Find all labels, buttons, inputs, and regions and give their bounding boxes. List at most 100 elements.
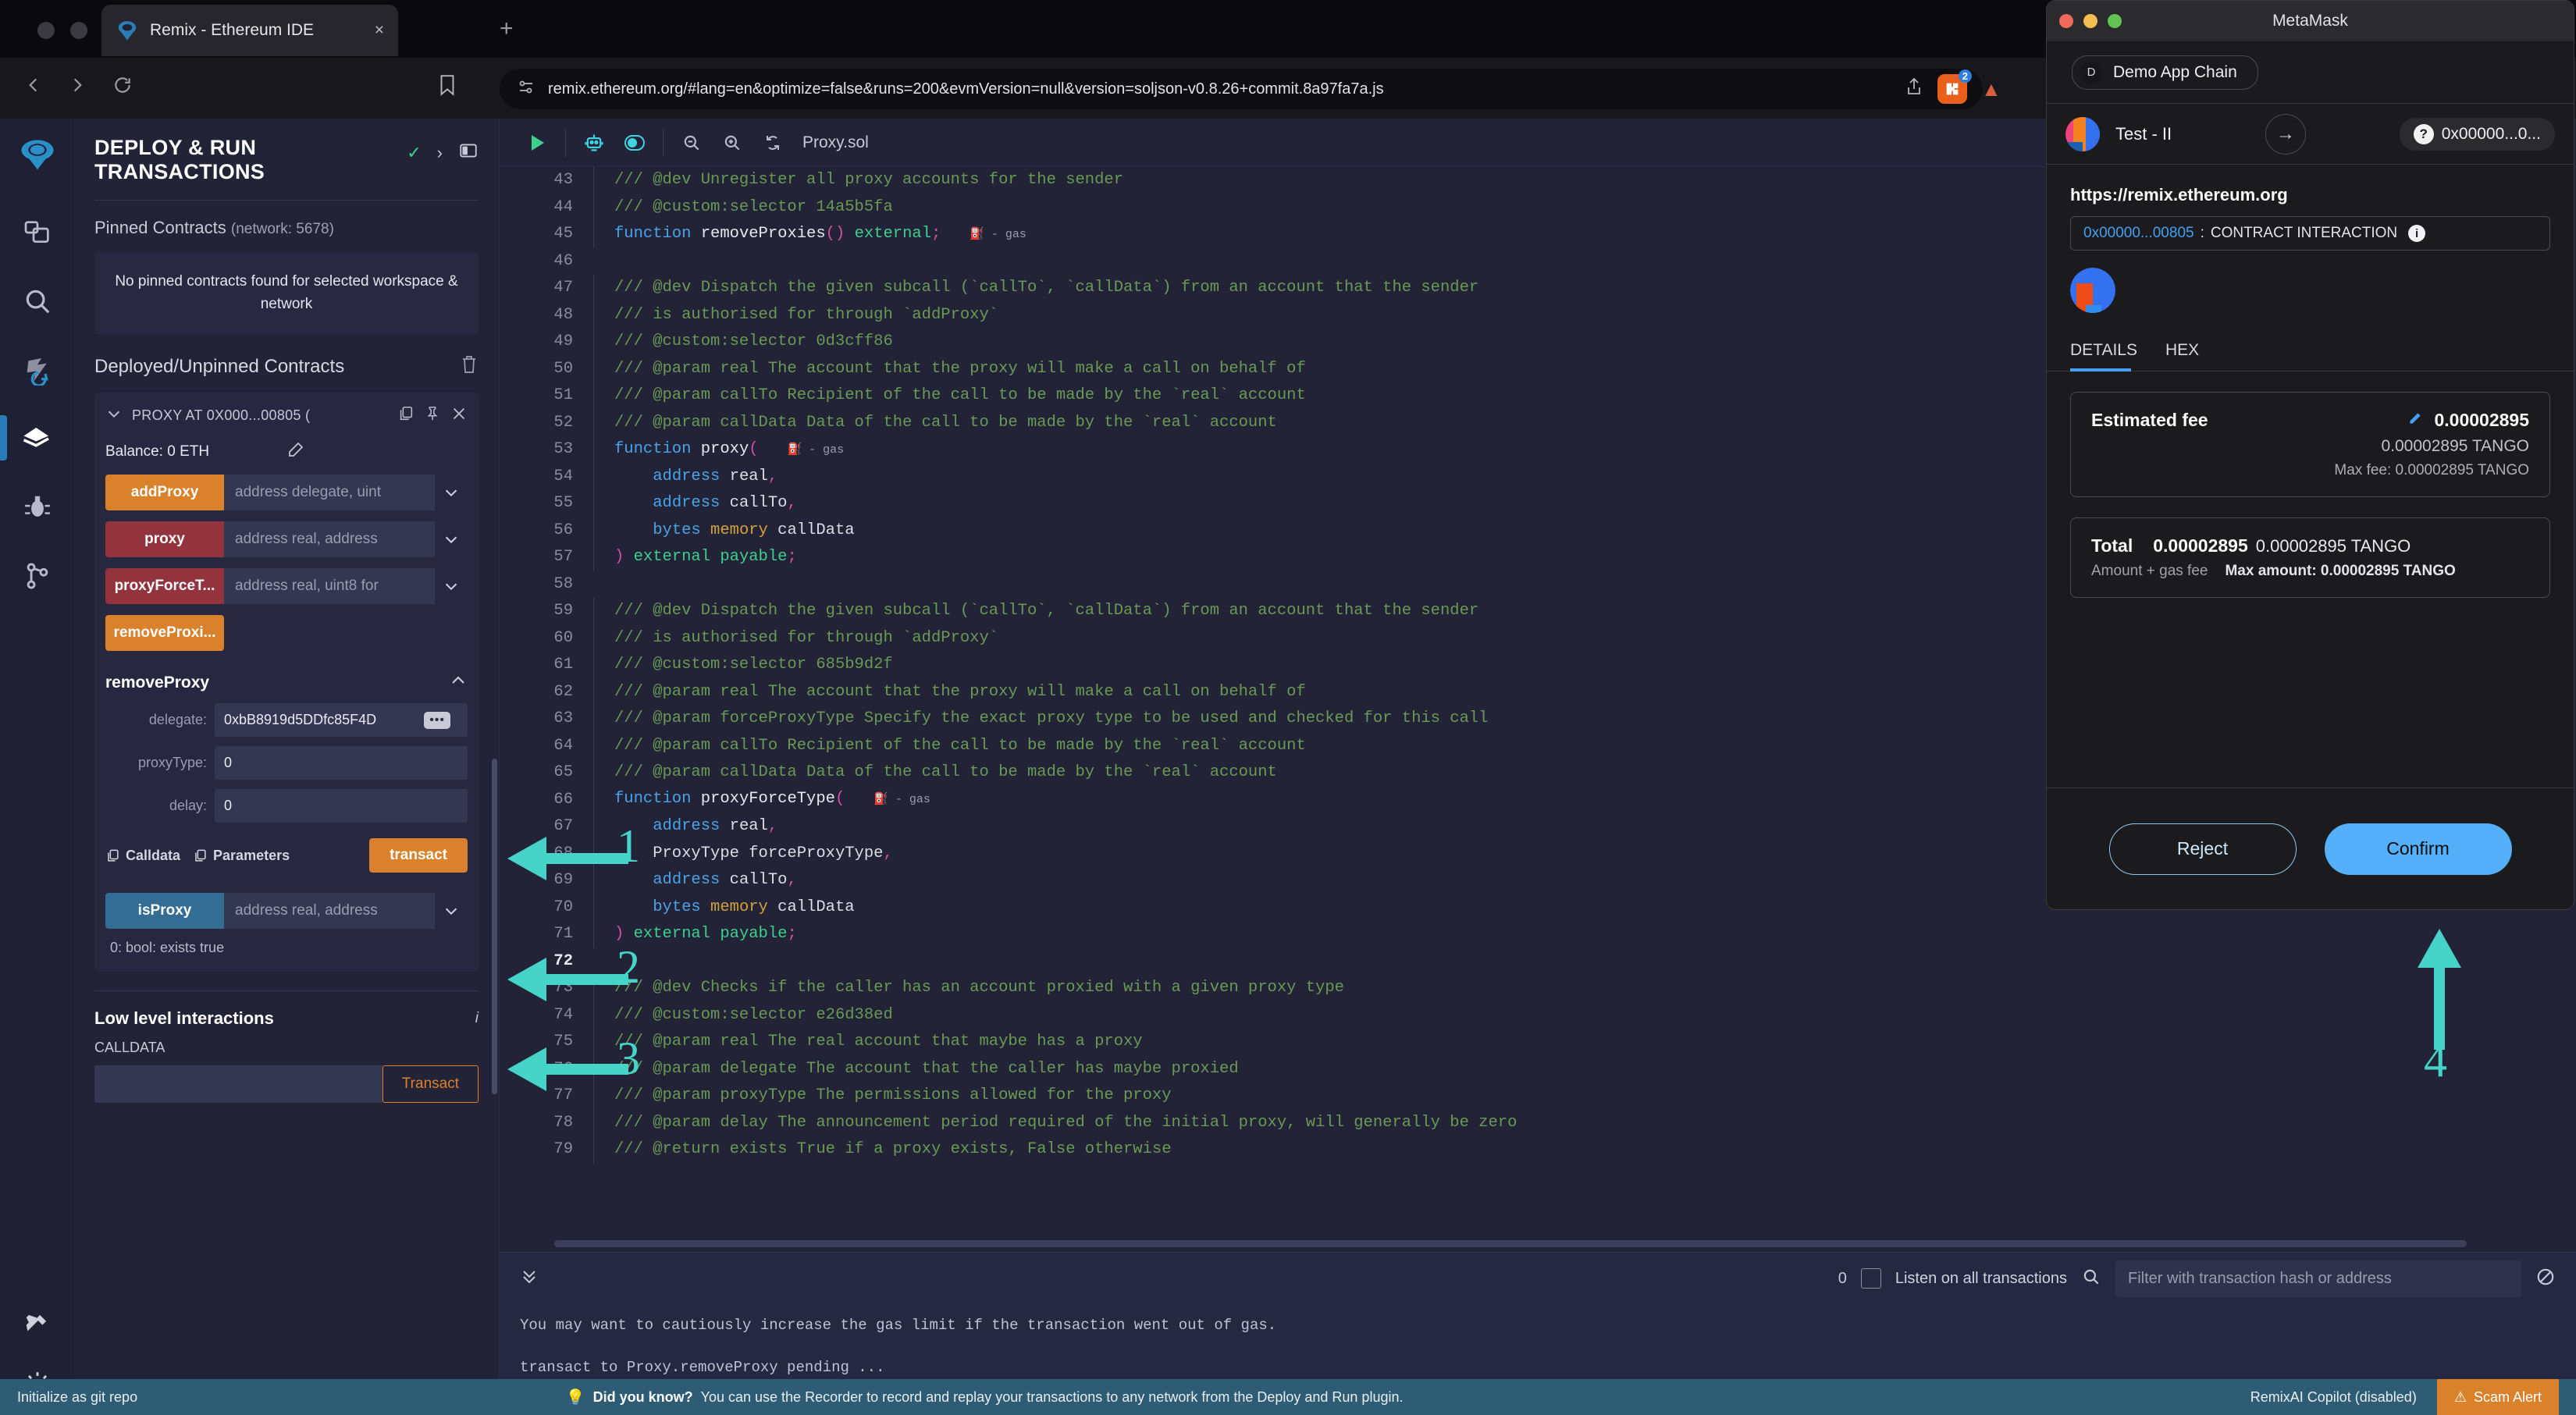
code-line-text[interactable]: ) external payable; — [593, 921, 2576, 948]
no-pinned-message: No pinned contracts found for selected w… — [94, 252, 479, 335]
left-panel-scrollbar[interactable] — [492, 759, 497, 1094]
chevron-up-icon[interactable] — [449, 671, 468, 694]
bookmark-icon[interactable] — [437, 73, 457, 101]
listen-all-checkbox[interactable] — [1860, 1268, 1881, 1289]
account-name[interactable]: Test - II — [2115, 124, 2172, 144]
git-init-button[interactable]: Initialize as git repo — [17, 1389, 137, 1406]
zoom-out-icon[interactable] — [671, 119, 712, 167]
function-button-isProxy[interactable]: isProxy — [105, 893, 224, 930]
maximize-window-dot[interactable] — [2108, 14, 2122, 28]
function-button-proxy[interactable]: proxy — [105, 521, 224, 558]
robot-icon[interactable] — [574, 119, 614, 167]
sidebar-item-file-explorer[interactable] — [0, 203, 74, 261]
sidebar-item-search[interactable] — [0, 272, 74, 330]
delay-input[interactable] — [215, 789, 468, 823]
chevron-down-icon[interactable] — [435, 521, 468, 557]
function-button-addProxy[interactable]: addProxy — [105, 475, 224, 511]
copy-calldata-link[interactable]: Calldata — [105, 848, 180, 864]
sidebar-item-compiler[interactable] — [0, 340, 74, 399]
forward-arrow-icon[interactable] — [64, 75, 91, 101]
info-icon[interactable]: i — [475, 1010, 479, 1027]
function-button-proxyForceType[interactable]: proxyForceT... — [105, 568, 224, 605]
minimize-window-dot[interactable] — [70, 22, 87, 39]
delegate-input-wrap[interactable]: ••• — [215, 703, 468, 738]
search-icon[interactable] — [2081, 1267, 2101, 1291]
tab-hex[interactable]: HEX — [2165, 333, 2210, 371]
zoom-in-icon[interactable] — [712, 119, 753, 167]
function-params-proxyForceType[interactable]: address real, uint8 for — [224, 568, 435, 605]
run-icon[interactable] — [517, 119, 557, 167]
sidebar-item-debugger[interactable] — [0, 478, 74, 536]
contract-card-header[interactable]: PROXY AT 0X000...00805 ( — [105, 405, 468, 426]
clear-terminal-icon[interactable] — [2535, 1267, 2556, 1291]
function-params-proxy[interactable]: address real, address — [224, 521, 435, 558]
close-tab-icon[interactable]: × — [375, 21, 384, 40]
code-line-text[interactable]: /// @dev Checks if the caller has an acc… — [593, 975, 2576, 1002]
refresh-icon[interactable] — [753, 119, 793, 167]
code-line-text[interactable]: /// @custom:selector e26d38ed — [593, 1001, 2576, 1029]
function-params-addProxy[interactable]: address delegate, uint — [224, 475, 435, 511]
code-line-text[interactable]: /// @param real The real account that ma… — [593, 1029, 2576, 1056]
remix-home-icon[interactable] — [0, 126, 74, 185]
low-level-calldata-input[interactable] — [94, 1065, 382, 1104]
code-line-number: 57 — [553, 548, 573, 566]
chevron-down-icon[interactable] — [435, 893, 468, 929]
function-button-removeProxies[interactable]: removeProxi... — [105, 615, 224, 652]
close-icon[interactable] — [450, 405, 468, 426]
edit-gas-icon[interactable] — [2407, 411, 2423, 431]
code-line-number: 48 — [553, 305, 573, 324]
calldata-label: CALLDATA — [94, 1040, 165, 1056]
close-window-dot[interactable] — [37, 22, 55, 39]
reject-button[interactable]: Reject — [2108, 823, 2297, 875]
back-arrow-icon[interactable] — [20, 75, 47, 101]
site-settings-icon[interactable] — [517, 78, 535, 101]
reload-icon[interactable] — [109, 75, 136, 101]
layout-toggle-icon[interactable] — [458, 140, 479, 165]
minimize-window-dot[interactable] — [2083, 14, 2097, 28]
chevron-double-down-icon[interactable] — [520, 1267, 539, 1291]
tab-details[interactable]: DETAILS — [2070, 333, 2148, 372]
chevron-right-icon[interactable]: › — [437, 143, 443, 163]
trash-icon[interactable] — [460, 354, 479, 379]
transact-button[interactable]: transact — [369, 838, 468, 873]
editor-file-name[interactable]: Proxy.sol — [802, 133, 869, 152]
confirm-button[interactable]: Confirm — [2324, 823, 2512, 875]
scam-alert-button[interactable]: ⚠ Scam Alert — [2436, 1379, 2559, 1415]
chevron-down-icon[interactable] — [435, 568, 468, 604]
metamask-traffic-lights[interactable] — [2059, 14, 2122, 28]
copy-icon[interactable] — [397, 405, 415, 426]
close-window-dot[interactable] — [2059, 14, 2073, 28]
toggle-icon[interactable] — [614, 119, 655, 167]
new-tab-button[interactable]: + — [500, 17, 514, 41]
info-icon[interactable]: i — [2408, 225, 2426, 242]
chevron-down-icon[interactable] — [105, 405, 123, 426]
proxytype-input[interactable] — [215, 746, 468, 780]
network-selector[interactable]: D Demo App Chain — [2072, 55, 2258, 90]
code-horizontal-scrollbar[interactable] — [554, 1240, 2467, 1247]
code-line-text[interactable]: /// @return exists True if a proxy exist… — [593, 1136, 2576, 1164]
extension-icon[interactable]: 2 — [1937, 69, 1972, 104]
warning-triangle-icon[interactable]: ▲ — [1981, 77, 2001, 101]
function-params-isProxy[interactable]: address real, address — [224, 893, 435, 930]
copilot-status[interactable]: RemixAI Copilot (disabled) — [2250, 1389, 2437, 1406]
browser-tab[interactable]: Remix - Ethereum IDE × — [101, 5, 398, 56]
plugin-manager-icon[interactable] — [0, 1293, 74, 1354]
copy-parameters-link[interactable]: Parameters — [193, 848, 290, 864]
code-line-number: 53 — [553, 440, 573, 458]
chevron-down-icon[interactable] — [435, 475, 468, 510]
sidebar-item-deploy-run[interactable] — [0, 409, 74, 468]
sidebar-item-git[interactable] — [0, 546, 74, 605]
code-line-text[interactable]: /// @param delay The announcement period… — [593, 1109, 2576, 1136]
share-icon[interactable] — [1905, 76, 1923, 101]
edit-icon[interactable] — [286, 440, 468, 464]
code-line-text[interactable]: /// @param delegate The account that the… — [593, 1055, 2576, 1083]
total-row: Total 0.00002895 0.00002895 TANGO — [2091, 535, 2529, 556]
recipient-address-pill[interactable]: ? 0x00000...0... — [2399, 117, 2555, 151]
contract-address[interactable]: 0x00000...00805 — [2083, 225, 2194, 242]
code-line-text[interactable]: /// @param proxyType The permissions all… — [593, 1083, 2576, 1110]
low-level-transact-button[interactable]: Transact — [382, 1065, 479, 1104]
terminal-filter-input[interactable] — [2115, 1260, 2521, 1297]
address-bar[interactable]: remix.ethereum.org/#lang=en&optimize=fal… — [500, 69, 1983, 109]
pin-icon[interactable] — [424, 405, 441, 426]
removeproxy-form-header: removeProxy — [105, 671, 468, 694]
